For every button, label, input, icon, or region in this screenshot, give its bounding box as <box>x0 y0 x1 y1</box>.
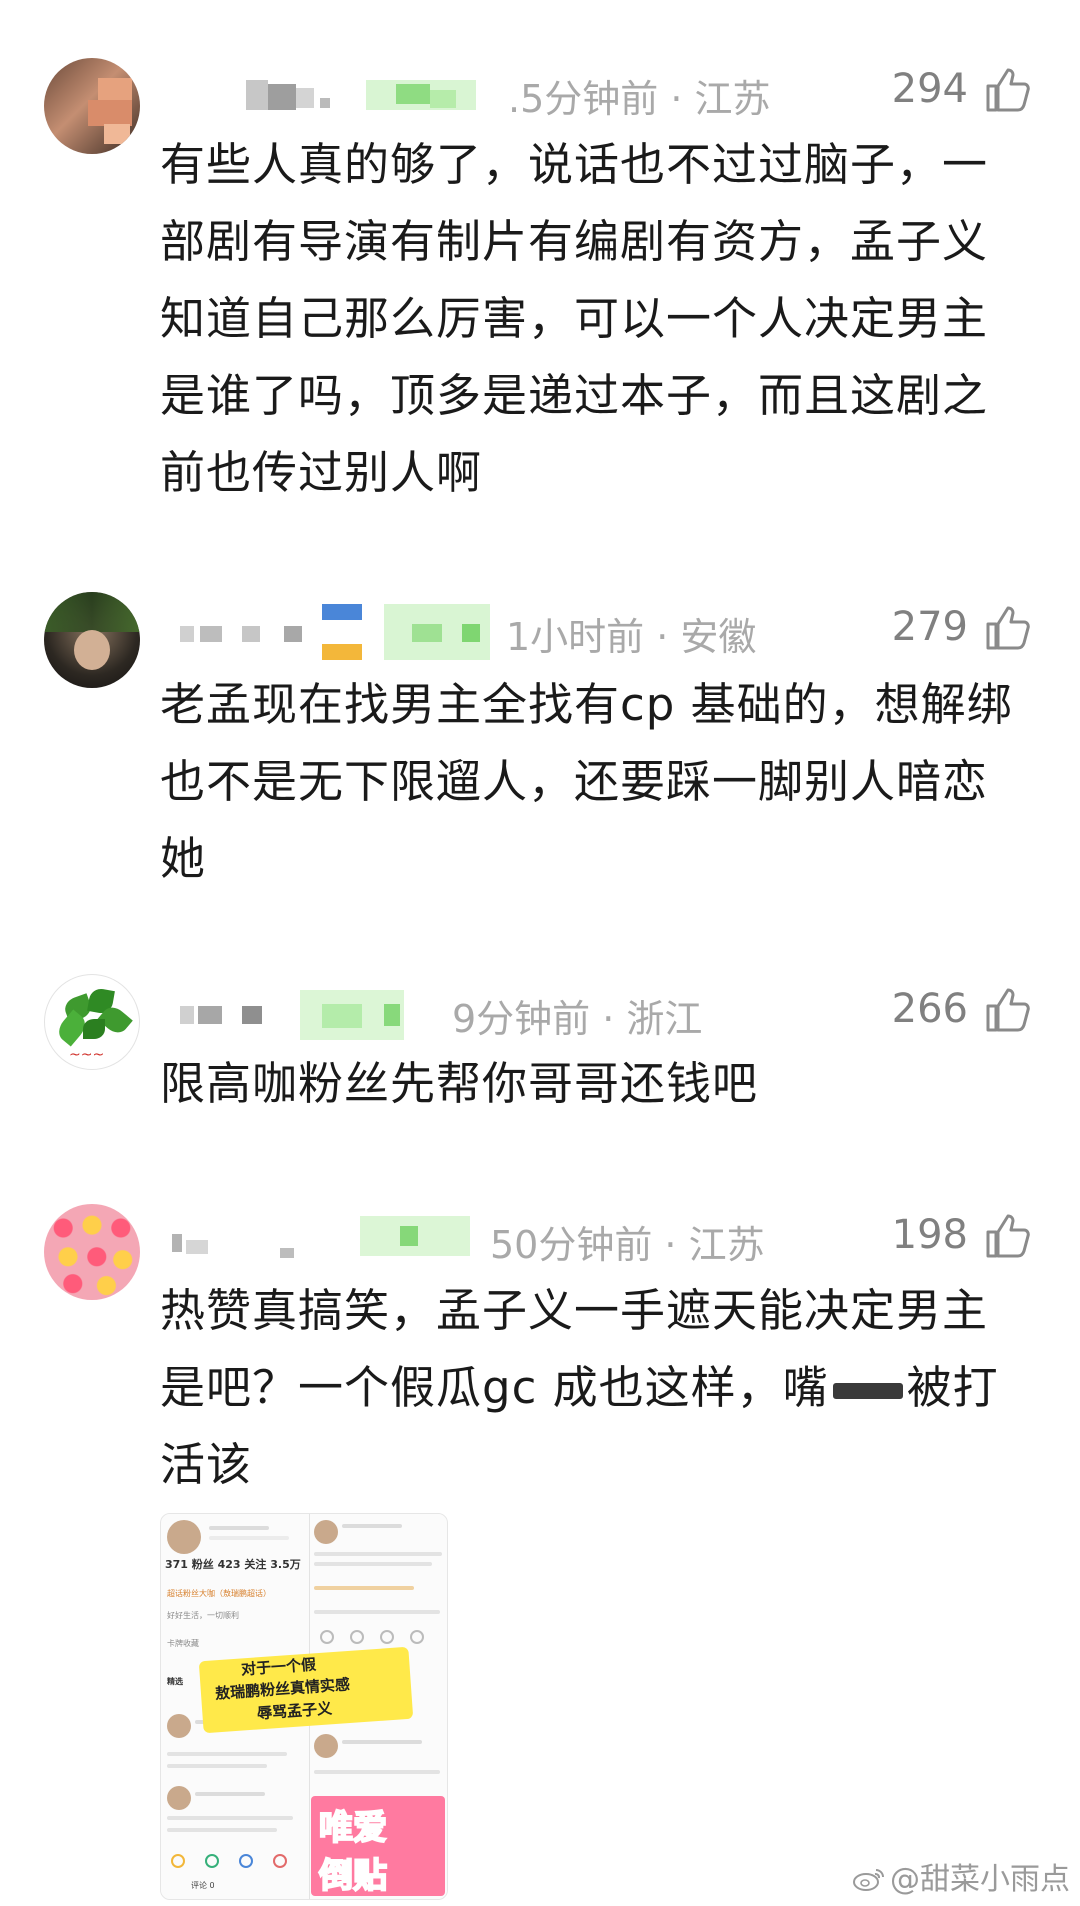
comment-meta: 1小时前 · 安徽 <box>506 615 757 659</box>
watermark: @甜菜小雨点 <box>852 1854 1070 1898</box>
comment-meta: .5分钟前 · 江苏 <box>508 77 771 121</box>
like-count[interactable]: 266 <box>892 986 968 1032</box>
comment-text: 老孟现在找男主全找有cp 基础的，想解绑也不是无下限遛人，还要踩一脚别人暗恋她 <box>160 678 1013 885</box>
comment-meta: 50分钟前 · 江苏 <box>490 1223 765 1267</box>
comment-text: 有些人真的够了，说话也不过过脑子，一部剧有导演有制片有编剧有资方，孟子义知道自己… <box>160 138 989 499</box>
thumbs-up-icon[interactable] <box>984 604 1032 652</box>
weibo-icon <box>853 1869 884 1891</box>
sticker-text: 唯爱 <box>318 1807 388 1849</box>
comment-text: 限高咖粉丝先帮你哥哥还钱吧 <box>160 1057 759 1110</box>
avatar[interactable] <box>44 1204 140 1300</box>
comment-page: .5分钟前 · 江苏 294 有些人真的够了，说话也不过过脑子，一部剧有导演有制… <box>0 0 1080 1906</box>
username-blurred[interactable] <box>170 1212 490 1258</box>
avatar[interactable]: ~~~ <box>44 974 140 1070</box>
like-count[interactable]: 198 <box>892 1212 968 1258</box>
avatar[interactable] <box>44 592 140 688</box>
mini-text: 好好生活，一切顺利 <box>167 1611 239 1620</box>
username-blurred[interactable] <box>176 990 456 1040</box>
username-blurred[interactable] <box>196 74 496 114</box>
avatar[interactable] <box>44 58 140 154</box>
comment-meta: 9分钟前 · 浙江 <box>452 997 703 1041</box>
thumbs-up-icon[interactable] <box>984 986 1032 1034</box>
comment-image[interactable]: 371 粉丝 423 关注 3.5万 超话粉丝大咖（敖瑞鹏超话） 好好生活，一切… <box>160 1513 448 1900</box>
comment-text: 热赞真搞笑，孟子义一手遮天能决定男主是吧？一个假瓜gc 成也这样，嘴 被打活该 <box>160 1272 1030 1503</box>
watermark-text: @甜菜小雨点 <box>890 1862 1070 1897</box>
like-count[interactable]: 294 <box>892 66 968 112</box>
mini-text: 超话粉丝大咖（敖瑞鹏超话） <box>167 1589 271 1598</box>
thumbs-up-icon[interactable] <box>984 66 1032 114</box>
thumbs-up-icon[interactable] <box>984 1212 1032 1260</box>
redacted-word <box>832 1383 903 1399</box>
sticker-text: 倒贴 <box>318 1855 388 1897</box>
mini-text: 卡牌收藏 <box>167 1639 199 1648</box>
mini-text: 评论 0 <box>191 1881 215 1890</box>
like-count[interactable]: 279 <box>892 604 968 650</box>
username-blurred[interactable] <box>176 600 496 660</box>
mini-text: 精选 <box>167 1677 183 1686</box>
profile-stats: 371 粉丝 423 关注 3.5万 <box>165 1558 301 1571</box>
